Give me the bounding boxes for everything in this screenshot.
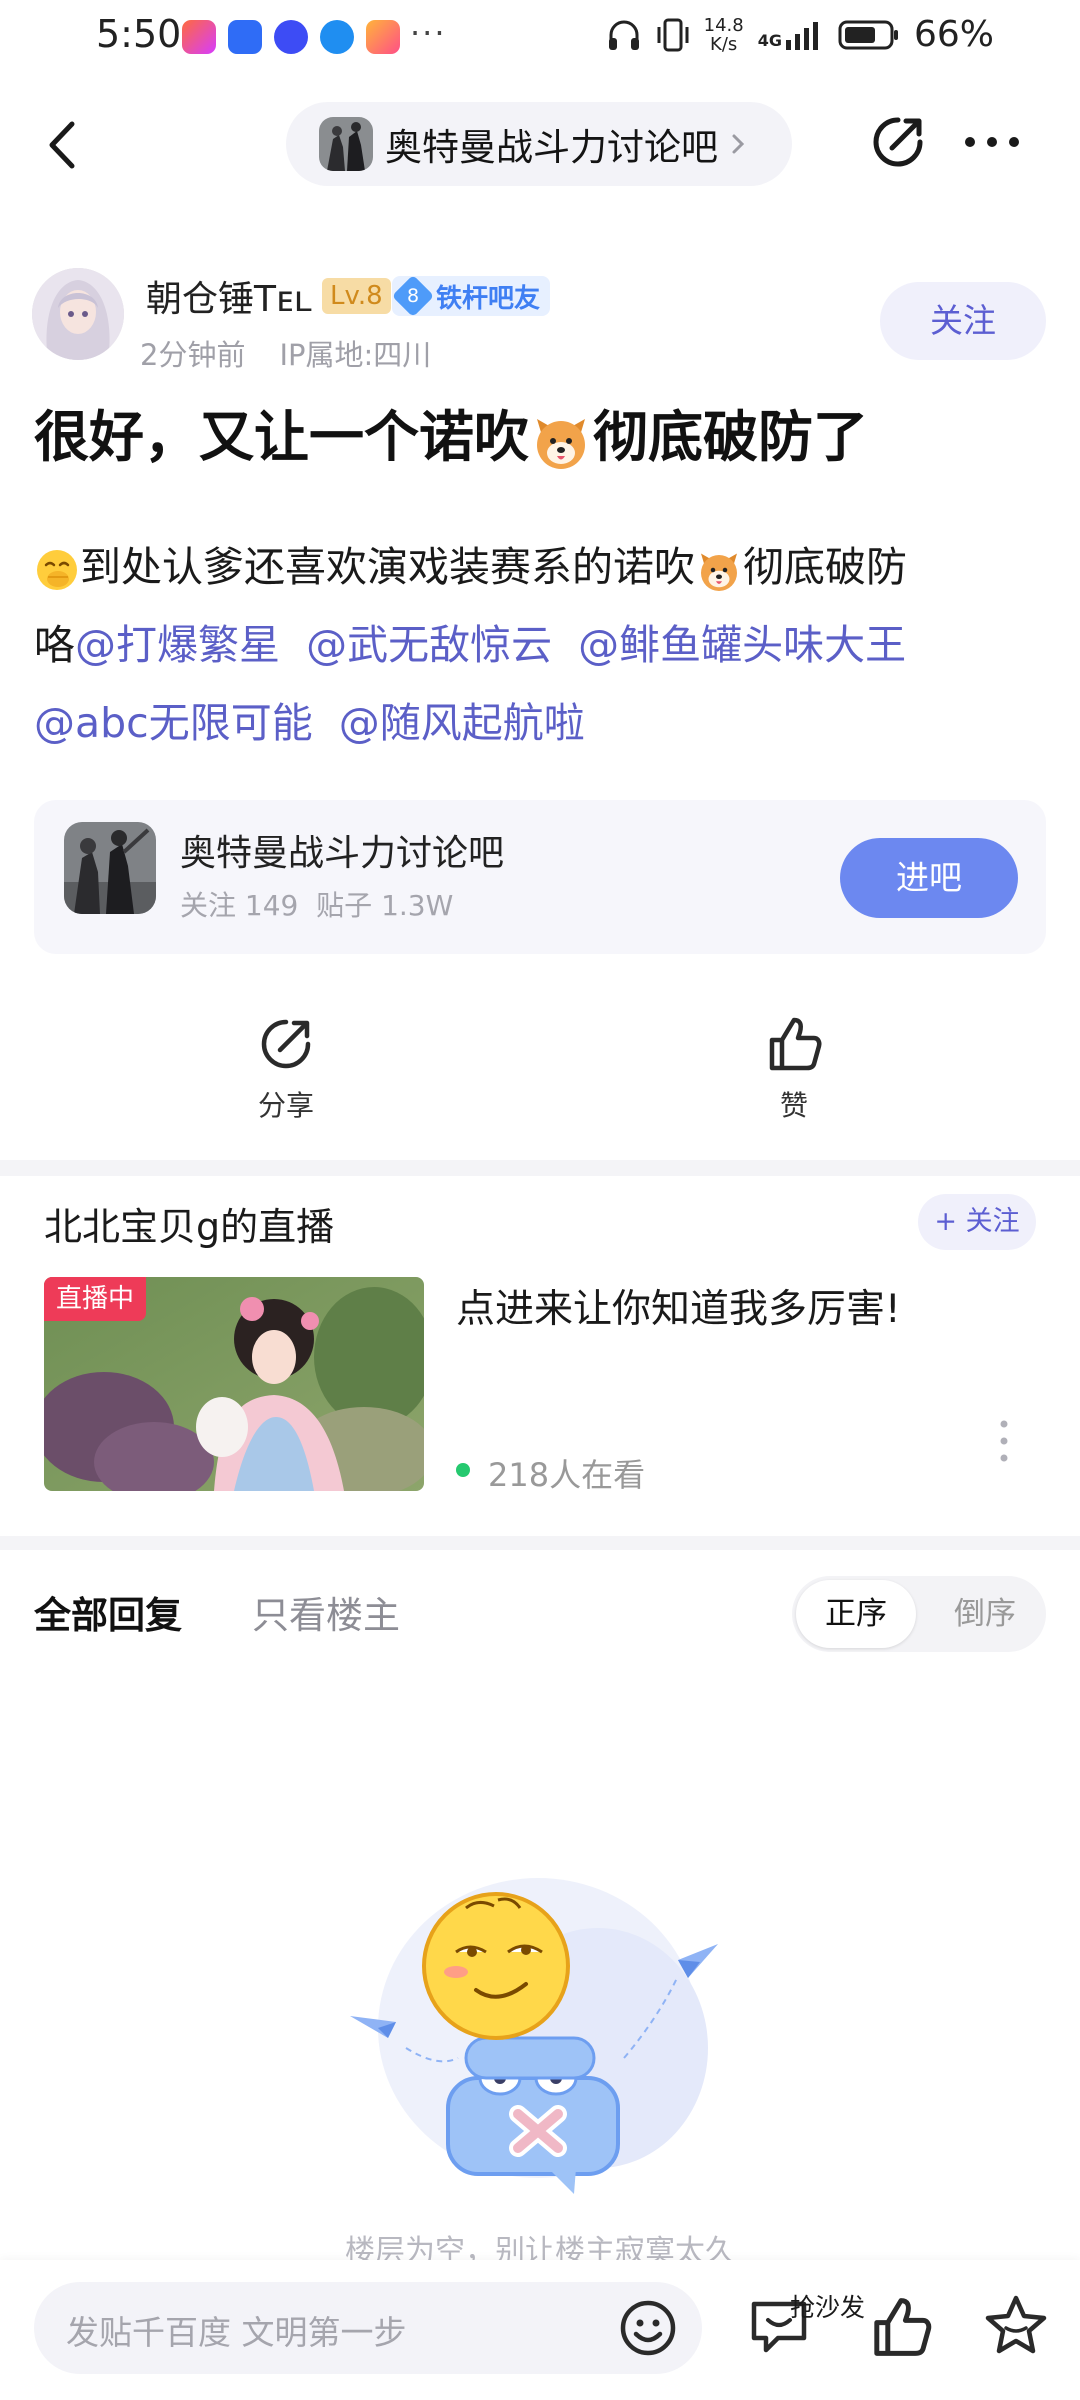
battery-icon bbox=[838, 20, 898, 49]
mention-link[interactable]: @随风起航啦 bbox=[339, 699, 585, 747]
mention-link[interactable]: @abc无限可能 bbox=[34, 699, 313, 747]
level-badge: Lv.8 bbox=[322, 278, 391, 314]
share-action[interactable]: 分享 bbox=[226, 1014, 346, 1124]
empty-state-illustration bbox=[350, 1878, 718, 2194]
author-name[interactable]: 朝仓锤Tᴇʟ bbox=[146, 270, 312, 322]
enter-forum-button[interactable]: 进吧 bbox=[840, 838, 1018, 918]
headphones-icon bbox=[608, 20, 639, 50]
author-avatar[interactable] bbox=[32, 268, 124, 360]
more-notifications-icon: ··· bbox=[410, 14, 447, 52]
member-level-icon: 8 bbox=[391, 274, 435, 318]
app-notification-icon bbox=[320, 20, 354, 54]
vibrate-icon bbox=[657, 18, 689, 51]
forum-card-name: 奥特曼战斗力讨论吧 bbox=[180, 833, 505, 874]
share-label: 分享 bbox=[257, 1089, 314, 1122]
member-title: 铁杆吧友 bbox=[436, 283, 541, 314]
mention-link[interactable]: @武无敌惊云 bbox=[306, 621, 552, 669]
battery-percent: 66% bbox=[913, 14, 994, 55]
forum-card-stats: 关注 149 贴子 1.3W bbox=[180, 889, 454, 922]
forum-name: 奥特曼战斗力讨论吧 bbox=[385, 126, 718, 169]
mention-link[interactable]: @打爆繁星 bbox=[75, 621, 280, 669]
chevron-right-icon bbox=[732, 134, 745, 154]
online-dot bbox=[456, 1463, 470, 1477]
sort-descending-button[interactable]: 倒序 bbox=[930, 1580, 1040, 1648]
sofa-label: 抢沙发 bbox=[790, 2293, 866, 2322]
section-divider bbox=[0, 1160, 1080, 1176]
dog-emoji-icon bbox=[537, 418, 586, 469]
section-divider bbox=[0, 1536, 1080, 1550]
signal-icon: 4G bbox=[758, 20, 824, 50]
live-caption[interactable]: 点进来让你知道我多厉害! bbox=[456, 1278, 901, 1334]
sort-ascending-button[interactable]: 正序 bbox=[796, 1580, 916, 1648]
status-time: 5:50 bbox=[96, 12, 182, 56]
forum-card[interactable]: 奥特曼战斗力讨论吧 关注 149 贴子 1.3W 进吧 bbox=[34, 800, 1046, 954]
app-notification-icon bbox=[274, 20, 308, 54]
more-vertical-icon[interactable] bbox=[996, 1418, 1012, 1464]
post-body: 到处认爹还喜欢演戏装赛系的诺吹 彻底破防 咯@打爆繁星 @武无敌惊云 @鲱鱼罐头味… bbox=[34, 543, 907, 747]
app-notification-icon bbox=[182, 20, 216, 54]
live-viewers: 218人在看 bbox=[488, 1456, 646, 1494]
live-follow-button[interactable]: + 关注 bbox=[918, 1194, 1036, 1250]
dog-emoji-icon bbox=[701, 553, 737, 591]
tab-op-only[interactable]: 只看楼主 bbox=[252, 1585, 400, 1639]
post-meta: 2分钟前 IP属地:四川 bbox=[140, 338, 432, 372]
network-speed: 14.8 K/s bbox=[703, 14, 744, 55]
giggle-emoji-icon bbox=[37, 550, 77, 590]
status-bar: 5:50 ··· 14.8 K/s 4G 66% bbox=[0, 0, 1080, 80]
like-label: 赞 bbox=[779, 1089, 808, 1122]
like-action[interactable]: 赞 bbox=[734, 1014, 854, 1124]
back-arrow-icon[interactable] bbox=[38, 110, 90, 180]
forum-avatar bbox=[64, 822, 156, 914]
share-icon[interactable] bbox=[868, 112, 928, 172]
emoji-icon[interactable] bbox=[618, 2298, 678, 2358]
thumb-up-icon bbox=[769, 1017, 822, 1071]
live-title: 北北宝贝g的直播 bbox=[44, 1205, 335, 1249]
app-notification-icon bbox=[366, 20, 400, 54]
status-right: 14.8 K/s 4G 66% bbox=[606, 14, 994, 55]
mention-link[interactable]: @鲱鱼罐头味大王 bbox=[578, 621, 906, 669]
app-notification-icon bbox=[228, 20, 262, 54]
bottom-bar: 发贴千百度 文明第一步 抢沙发 bbox=[0, 2260, 1080, 2400]
member-title-badge: 8 铁杆吧友 bbox=[391, 274, 551, 318]
reply-input[interactable]: 发贴千百度 文明第一步 bbox=[34, 2282, 702, 2374]
forum-pill[interactable]: 奥特曼战斗力讨论吧 bbox=[286, 102, 792, 186]
live-badge: 直播中 bbox=[44, 1277, 147, 1321]
reply-placeholder: 发贴千百度 文明第一步 bbox=[66, 2313, 407, 2352]
thumb-up-icon[interactable] bbox=[868, 2294, 934, 2360]
follow-button[interactable]: 关注 bbox=[880, 282, 1046, 360]
more-icon[interactable] bbox=[962, 130, 1022, 154]
star-icon[interactable] bbox=[982, 2292, 1050, 2360]
forum-avatar bbox=[319, 117, 373, 171]
post-title: 很好，又让一个诺吹 彻底破防了 bbox=[34, 392, 868, 473]
tab-all-replies[interactable]: 全部回复 bbox=[34, 1585, 182, 1639]
share-icon bbox=[261, 1019, 311, 1069]
